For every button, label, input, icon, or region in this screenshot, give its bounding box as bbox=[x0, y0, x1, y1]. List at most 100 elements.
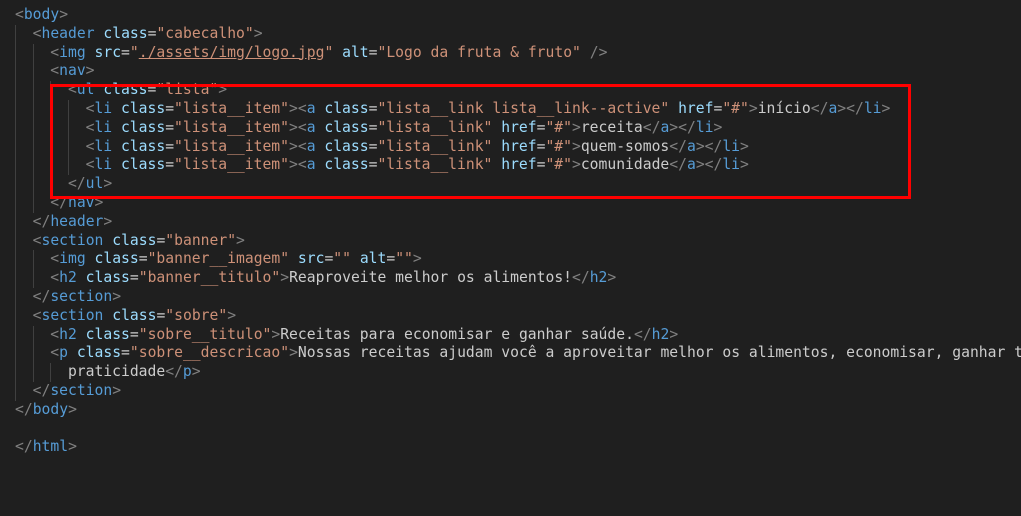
code-token-val: "#" bbox=[722, 99, 749, 117]
indent-guide bbox=[32, 175, 34, 194]
indent-guide bbox=[32, 193, 34, 213]
code-token-pun: > bbox=[607, 269, 617, 287]
code-line[interactable]: <li class="lista__item"><a class="lista_… bbox=[0, 99, 1021, 119]
code-token-eq: = bbox=[713, 99, 723, 117]
code-line[interactable]: <body> bbox=[0, 6, 1021, 25]
code-token-tag: img bbox=[59, 250, 86, 268]
code-token-eq: = bbox=[165, 118, 175, 136]
code-token-val: "#" bbox=[545, 156, 572, 174]
code-line-text: praticidade</p> bbox=[68, 363, 201, 382]
indent-guide bbox=[15, 212, 16, 232]
code-editor[interactable]: <body> <header class="cabecalho"> <img src… bbox=[0, 0, 1021, 516]
code-token-val: "lista__link" bbox=[377, 118, 493, 136]
code-line[interactable]: <h2 class="sobre__titulo">Receitas para … bbox=[0, 325, 1021, 345]
code-token-tag: a bbox=[306, 99, 316, 117]
code-token-pun: < bbox=[15, 6, 24, 23]
code-token-attr: src bbox=[94, 43, 122, 61]
indent-guide bbox=[67, 118, 69, 138]
code-token-eq: = bbox=[386, 250, 396, 268]
code-line[interactable] bbox=[0, 420, 1021, 439]
code-token-val: "lista__item" bbox=[174, 156, 289, 174]
code-line[interactable]: <p class="sobre__descricao">Nossas recei… bbox=[0, 344, 1021, 364]
code-token-pun: > bbox=[280, 269, 290, 287]
code-token-val: "sobre" bbox=[165, 306, 228, 324]
code-token-attr: class bbox=[76, 344, 122, 362]
code-content-area[interactable]: <body> <header class="cabecalho"> <img src… bbox=[0, 0, 1021, 457]
code-line-text: <li class="lista__item"><a class="lista_… bbox=[86, 100, 891, 119]
indent-guide bbox=[15, 156, 16, 176]
code-token-attr: href bbox=[501, 137, 537, 155]
code-token-tag: a bbox=[686, 137, 696, 155]
code-token-pun: > bbox=[112, 381, 122, 399]
code-token-attr: class bbox=[103, 81, 148, 99]
code-line-text: </nav> bbox=[50, 194, 103, 213]
code-line[interactable]: </ul> bbox=[0, 175, 1021, 194]
code-token-pun: > bbox=[837, 99, 847, 117]
code-token-tag: h2 bbox=[59, 325, 77, 343]
code-token-pun: > bbox=[695, 137, 705, 155]
code-token-eq: = bbox=[129, 325, 139, 343]
code-line[interactable]: </body> bbox=[0, 401, 1021, 420]
code-line[interactable]: <nav> bbox=[0, 62, 1021, 82]
code-token-val: "lista__item" bbox=[174, 137, 289, 155]
code-token-pun: > bbox=[103, 175, 113, 193]
code-token-val: "sobre__descricao" bbox=[129, 344, 290, 362]
code-token-attr: class bbox=[120, 99, 166, 117]
code-token-eq: = bbox=[165, 137, 175, 155]
indent-guide bbox=[50, 175, 52, 194]
code-line[interactable]: <li class="lista__item"><a class="lista_… bbox=[0, 118, 1021, 138]
code-token-tag: nav bbox=[59, 62, 86, 80]
code-token-tag: p bbox=[182, 363, 192, 381]
code-line[interactable]: </html> bbox=[0, 438, 1021, 457]
code-token-attr: class bbox=[324, 99, 369, 117]
code-line-text: <li class="lista__item"><a class="lista_… bbox=[86, 156, 749, 175]
code-token-attr: alt bbox=[342, 43, 369, 61]
code-token-val: "#" bbox=[545, 118, 572, 136]
code-line[interactable]: <li class="lista__item"><a class="lista_… bbox=[0, 156, 1021, 176]
code-token-txt: comunidade bbox=[580, 156, 670, 174]
code-line[interactable]: praticidade</p> bbox=[0, 363, 1021, 382]
indent-guide bbox=[15, 99, 16, 119]
code-token-pun: > bbox=[748, 99, 758, 117]
code-token-pun: > bbox=[881, 99, 891, 117]
indent-guide bbox=[50, 137, 52, 157]
code-token-val: "cabecalho" bbox=[156, 24, 254, 42]
code-line[interactable]: </section> bbox=[0, 381, 1021, 401]
code-token-attr: src bbox=[297, 250, 325, 268]
code-token-eq: = bbox=[156, 231, 166, 249]
code-line[interactable]: <section class="sobre"> bbox=[0, 306, 1021, 326]
code-line-text: </section> bbox=[33, 382, 121, 401]
code-token-pun: > bbox=[695, 156, 705, 174]
indent-guide bbox=[15, 250, 16, 270]
code-token-tag: img bbox=[59, 43, 86, 61]
code-token-link[interactable]: ./assets/img/logo.jpg bbox=[139, 44, 325, 61]
code-token-pun: < bbox=[50, 62, 60, 80]
code-token-pun: > bbox=[572, 156, 581, 174]
code-line-text: <p class="sobre__descricao">Nossas recei… bbox=[50, 344, 1021, 363]
code-line-text: <img src="./assets/img/logo.jpg" alt="Lo… bbox=[50, 44, 607, 63]
code-token-tag: a bbox=[306, 156, 316, 174]
code-line[interactable]: <section class="banner"> bbox=[0, 231, 1021, 251]
indent-guide bbox=[15, 269, 16, 288]
code-line[interactable]: </section> bbox=[0, 287, 1021, 307]
code-line[interactable]: <img src="./assets/img/logo.jpg" alt="Lo… bbox=[0, 43, 1021, 63]
code-line[interactable]: <header class="cabecalho"> bbox=[0, 24, 1021, 44]
code-line[interactable]: <img class="banner__imagem" src="" alt="… bbox=[0, 250, 1021, 270]
code-line[interactable]: </header> bbox=[0, 212, 1021, 232]
code-line[interactable]: <ul class="lista"> bbox=[0, 81, 1021, 100]
code-line[interactable]: <li class="lista__item"><a class="lista_… bbox=[0, 137, 1021, 157]
code-line[interactable]: <h2 class="banner__titulo">Reaproveite m… bbox=[0, 269, 1021, 288]
code-token-pun: < bbox=[50, 344, 60, 362]
code-token-pun: </ bbox=[50, 193, 68, 211]
indent-guide bbox=[32, 137, 34, 157]
code-line[interactable]: </nav> bbox=[0, 193, 1021, 213]
code-token-tag: a bbox=[660, 118, 670, 136]
code-token-attr: class bbox=[120, 137, 166, 155]
indent-guide bbox=[15, 81, 16, 100]
code-token-tag: h2 bbox=[59, 269, 77, 287]
